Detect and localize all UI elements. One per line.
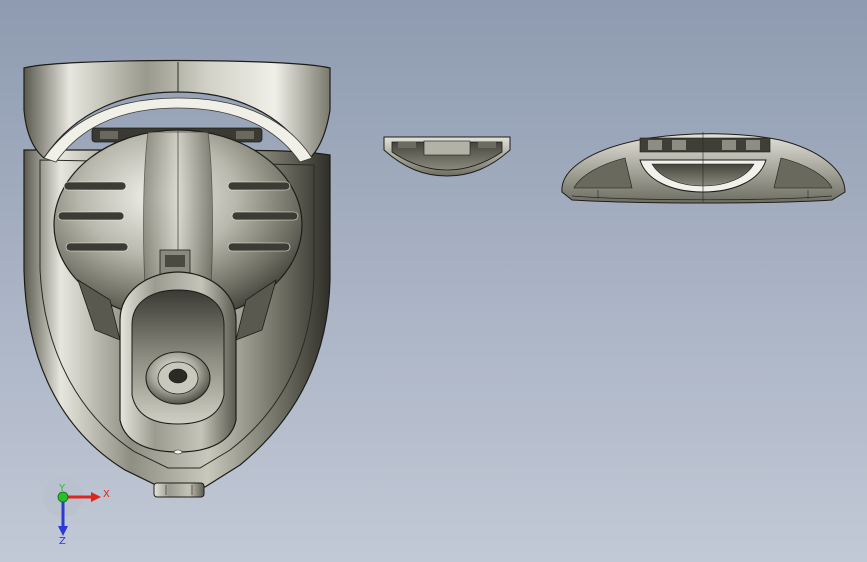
model-canvas[interactable]: Z X Y — [0, 0, 867, 562]
bottom-pin-hole — [173, 449, 183, 455]
top-section-large[interactable] — [561, 132, 846, 204]
axis-triad: Z X Y — [43, 477, 110, 547]
top-section-small[interactable] — [383, 136, 511, 177]
x-axis-arrow — [91, 492, 101, 502]
z-axis-label: Z — [59, 536, 66, 547]
y-axis-label: Y — [58, 483, 66, 494]
front-view-housing[interactable] — [23, 59, 331, 498]
cad-viewport[interactable]: Z X Y — [0, 0, 867, 562]
x-axis-label: X — [103, 489, 110, 500]
z-axis-arrow — [58, 526, 68, 536]
nozzle-hole — [168, 368, 188, 384]
housing-foot — [153, 482, 205, 498]
